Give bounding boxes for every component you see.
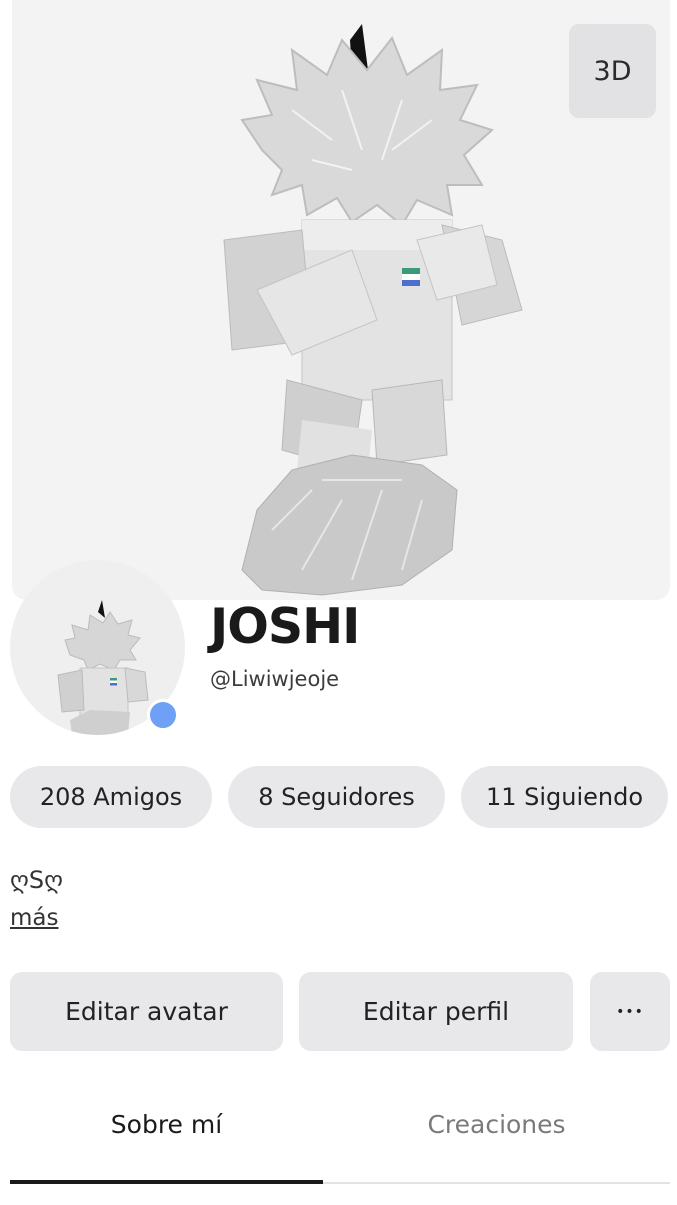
tab-about[interactable]: Sobre mí [10, 1110, 323, 1139]
avatar-3d-render [223, 24, 523, 596]
edit-avatar-label: Editar avatar [65, 997, 228, 1026]
tab-divider [323, 1182, 670, 1184]
tab-creations-label: Creaciones [427, 1110, 566, 1139]
followers-count-button[interactable]: 8 Seguidores [228, 766, 445, 828]
tab-about-label: Sobre mí [110, 1110, 223, 1139]
more-options-button[interactable]: ••• [590, 972, 670, 1051]
active-tab-indicator [10, 1180, 323, 1184]
username: @Liwiwjeoje [210, 667, 340, 691]
profile-bio: ღSღ [10, 866, 63, 894]
following-count-label: 11 Siguiendo [485, 783, 644, 811]
edit-avatar-button[interactable]: Editar avatar [10, 972, 283, 1051]
tab-creations[interactable]: Creaciones [340, 1110, 653, 1139]
bio-more-link[interactable]: más [10, 905, 58, 931]
followers-count-label: 8 Seguidores [258, 783, 415, 811]
online-status-indicator [147, 699, 179, 731]
edit-profile-button[interactable]: Editar perfil [299, 972, 573, 1051]
avatar-viewer[interactable]: 3D [12, 0, 670, 600]
friends-count-button[interactable]: 208 Amigos [10, 766, 212, 828]
edit-profile-label: Editar perfil [362, 997, 510, 1026]
view-3d-label: 3D [593, 55, 632, 87]
display-name: JOSHI [210, 598, 360, 655]
view-3d-button[interactable]: 3D [569, 24, 656, 118]
friends-count-label: 208 Amigos [39, 783, 183, 811]
following-count-button[interactable]: 11 Siguiendo [461, 766, 668, 828]
ellipsis-icon: ••• [616, 1003, 644, 1020]
